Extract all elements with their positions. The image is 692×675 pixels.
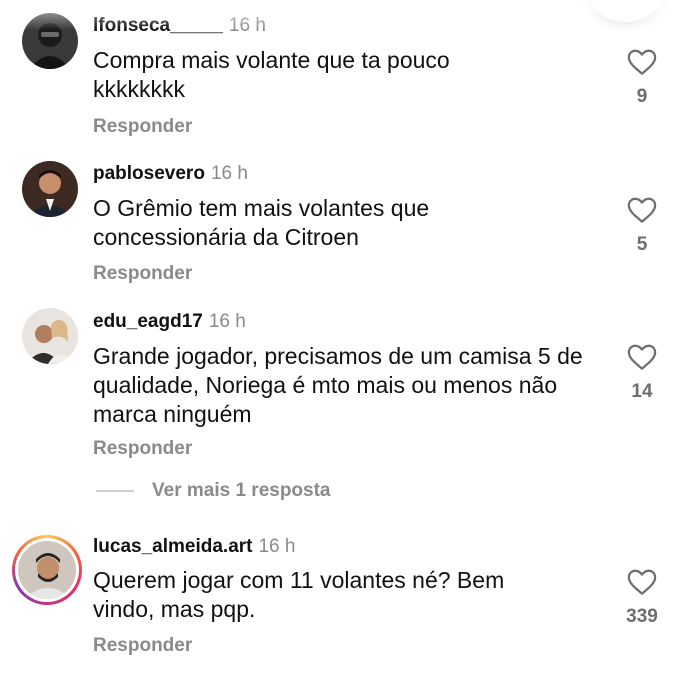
timestamp: 16 h xyxy=(228,15,266,36)
reply-button[interactable]: Responder xyxy=(93,438,192,460)
comment-text: Compra mais volante que ta pouco kkkkkkk… xyxy=(93,47,450,102)
username[interactable]: edu_eagd17 xyxy=(93,311,203,332)
like-count: 9 xyxy=(636,86,648,107)
like-count: 14 xyxy=(631,381,653,402)
reply-button[interactable]: Responder xyxy=(93,263,192,285)
comment-meta: pablosevero 16 h xyxy=(93,162,248,186)
comment-meta: edu_eagd17 16 h xyxy=(93,310,246,334)
like-count: 5 xyxy=(636,234,648,255)
masked-person-avatar[interactable] xyxy=(22,13,78,69)
like-button[interactable]: 9 xyxy=(620,48,664,108)
timestamp: 16 h xyxy=(208,311,246,332)
like-button[interactable]: 339 xyxy=(620,568,664,628)
story-ring[interactable] xyxy=(12,535,82,605)
comment-text: Querem jogar com 11 volantes né? Bem vin… xyxy=(93,567,505,622)
view-more-replies[interactable]: Ver mais 1 resposta xyxy=(96,480,331,502)
like-button[interactable]: 5 xyxy=(620,196,664,256)
timestamp: 16 h xyxy=(258,536,296,557)
like-count: 339 xyxy=(626,606,658,627)
comment-text: O Grêmio tem mais volantes que concessio… xyxy=(93,195,430,250)
man-with-cap-avatar[interactable] xyxy=(18,541,76,599)
like-button[interactable]: 14 xyxy=(620,343,664,403)
replies-divider xyxy=(96,490,134,492)
reply-button[interactable]: Responder xyxy=(93,635,192,657)
comments-sheet: lfonseca_____ 16 h Compra mais volante qu… xyxy=(0,0,692,675)
heart-outline-icon[interactable] xyxy=(627,196,657,224)
comment-meta: lfonseca_____ 16 h xyxy=(93,14,266,38)
couple-avatar[interactable] xyxy=(22,308,78,364)
timestamp: 16 h xyxy=(210,163,248,184)
man-in-suit-avatar[interactable] xyxy=(22,161,78,217)
heart-outline-icon[interactable] xyxy=(627,343,657,371)
comment-text: Grande jogador, precisamos de um camisa … xyxy=(93,343,583,427)
username[interactable]: pablosevero xyxy=(93,163,205,184)
floating-action-button[interactable] xyxy=(588,0,664,22)
view-more-replies-label[interactable]: Ver mais 1 resposta xyxy=(152,480,331,502)
reply-button[interactable]: Responder xyxy=(93,116,192,138)
comment-meta: lucas_almeida.art 16 h xyxy=(93,535,295,559)
heart-outline-icon[interactable] xyxy=(627,568,657,596)
heart-outline-icon[interactable] xyxy=(627,48,657,76)
username[interactable]: lucas_almeida.art xyxy=(93,536,252,557)
username[interactable]: lfonseca_____ xyxy=(93,15,223,36)
